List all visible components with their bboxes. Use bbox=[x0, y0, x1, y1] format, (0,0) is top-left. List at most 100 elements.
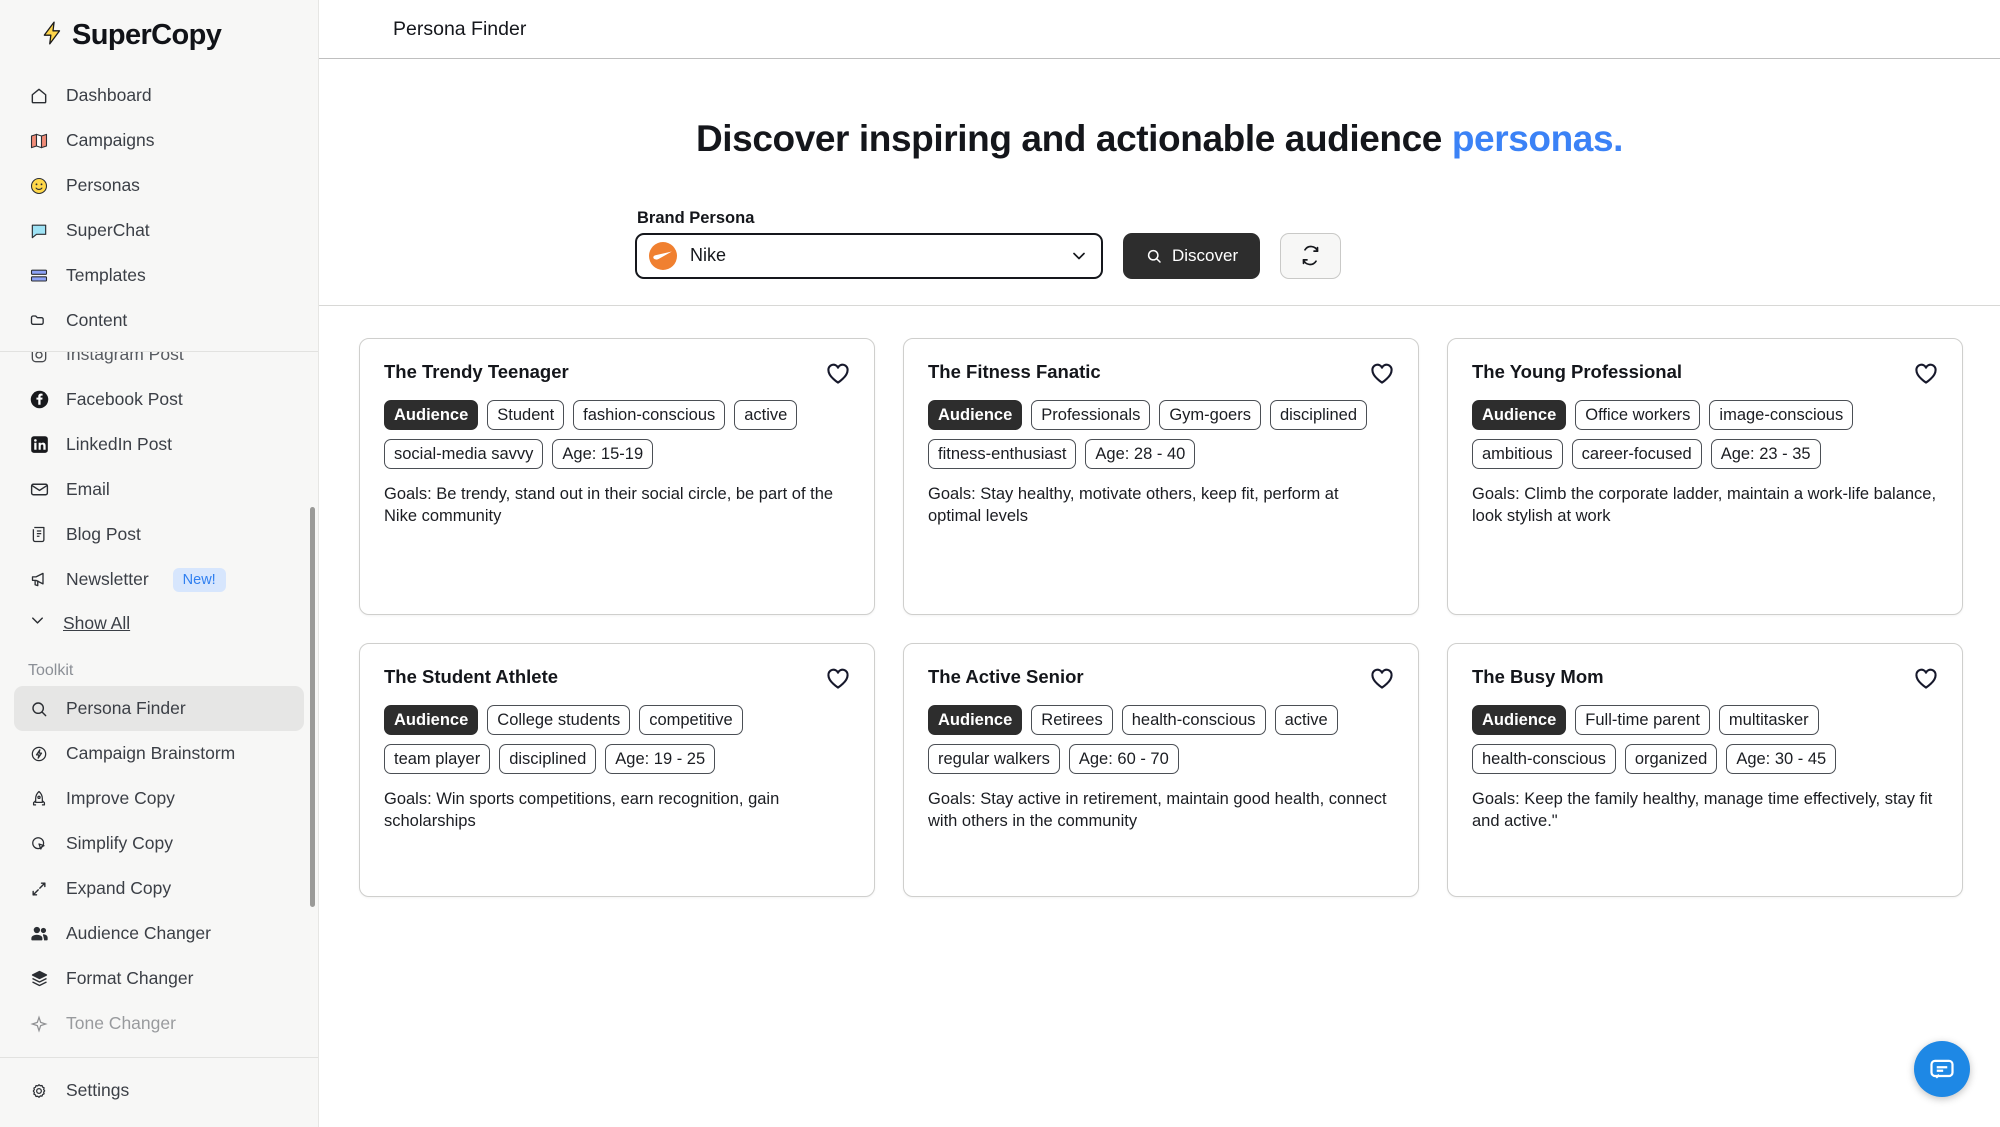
heart-icon[interactable] bbox=[824, 664, 852, 692]
sidebar-item-facebook-post[interactable]: Facebook Post bbox=[14, 377, 304, 422]
chevron-down-icon bbox=[28, 611, 47, 635]
tag: active bbox=[1274, 704, 1338, 735]
persona-card[interactable]: The Student Athlete Audience College stu… bbox=[359, 642, 875, 897]
sidebar-item-label: Tone Changer bbox=[66, 1013, 176, 1033]
persona-tags: Audience Retirees health-conscious activ… bbox=[928, 704, 1394, 774]
refresh-icon bbox=[1300, 245, 1321, 266]
sidebar-item-label: Dashboard bbox=[66, 85, 152, 105]
megaphone-icon bbox=[28, 569, 50, 591]
tag: competitive bbox=[639, 704, 743, 735]
persona-goals: Goals: Climb the corporate ladder, maint… bbox=[1472, 484, 1937, 525]
nike-swoosh-icon bbox=[649, 241, 677, 270]
persona-goals: Goals: Keep the family healthy, manage t… bbox=[1472, 789, 1933, 830]
toolkit-section-label: Toolkit bbox=[28, 662, 74, 679]
sidebar-scrollbar[interactable] bbox=[310, 507, 315, 907]
tag-age: Age: 19 - 25 bbox=[605, 743, 716, 774]
heart-icon[interactable] bbox=[824, 359, 852, 387]
tag: organized bbox=[1624, 743, 1718, 774]
sidebar-item-linkedin-post[interactable]: LinkedIn Post bbox=[14, 422, 304, 467]
heart-icon[interactable] bbox=[1912, 664, 1940, 692]
tag: Retirees bbox=[1031, 704, 1113, 735]
sidebar-item-newsletter[interactable]: Newsletter New! bbox=[14, 557, 304, 602]
tag: Professionals bbox=[1031, 399, 1151, 430]
sidebar-item-label: Improve Copy bbox=[66, 788, 175, 808]
sidebar-item-blog-post[interactable]: Blog Post bbox=[14, 512, 304, 557]
map-icon bbox=[28, 130, 50, 152]
persona-card[interactable]: The Trendy Teenager Audience Student fas… bbox=[359, 337, 875, 615]
persona-tags: Audience Student fashion-conscious activ… bbox=[384, 399, 850, 469]
tag: ambitious bbox=[1472, 438, 1563, 469]
sidebar-item-label: Content bbox=[66, 310, 128, 330]
brand-persona-select[interactable]: Nike bbox=[635, 232, 1103, 279]
tag: multitasker bbox=[1718, 704, 1819, 735]
tag-audience: Audience bbox=[928, 704, 1023, 735]
show-all-button[interactable]: Show All bbox=[14, 602, 304, 644]
sidebar-item-dashboard[interactable]: Dashboard bbox=[14, 73, 304, 118]
sidebar-item-email[interactable]: Email bbox=[14, 467, 304, 512]
sidebar-item-clipped[interactable]: Instagram Post bbox=[14, 352, 304, 377]
sidebar-item-campaign-brainstorm[interactable]: Campaign Brainstorm bbox=[14, 731, 304, 776]
refresh-button[interactable] bbox=[1280, 232, 1342, 279]
persona-title: The Trendy Teenager bbox=[384, 360, 569, 382]
tag-age: Age: 30 - 45 bbox=[1726, 743, 1837, 774]
rocket-icon bbox=[28, 788, 50, 810]
sidebar-item-format-changer[interactable]: Format Changer bbox=[14, 956, 304, 1001]
sidebar-item-superchat[interactable]: SuperChat bbox=[14, 208, 304, 253]
users-icon bbox=[28, 923, 50, 945]
sidebar-scroll-region: Instagram Post Facebook Post LinkedIn Po… bbox=[0, 352, 318, 1057]
sidebar-item-content[interactable]: Content bbox=[14, 298, 304, 343]
persona-tags: Audience Professionals Gym-goers discipl… bbox=[928, 399, 1394, 469]
persona-title: The Busy Mom bbox=[1472, 665, 1604, 687]
sidebar-item-simplify-copy[interactable]: Simplify Copy bbox=[14, 821, 304, 866]
sidebar-item-label: Audience Changer bbox=[66, 923, 211, 943]
persona-card[interactable]: The Fitness Fanatic Audience Professiona… bbox=[903, 337, 1419, 615]
sidebar-item-label: Personas bbox=[66, 175, 140, 195]
heart-icon[interactable] bbox=[1368, 359, 1396, 387]
sidebar-item-personas[interactable]: Personas bbox=[14, 163, 304, 208]
sidebar-item-settings[interactable]: Settings bbox=[14, 1068, 304, 1113]
sidebar-item-label: Campaign Brainstorm bbox=[66, 743, 236, 763]
scroll-document-icon bbox=[28, 524, 50, 546]
sidebar-item-label: Newsletter bbox=[66, 569, 149, 589]
persona-card[interactable]: The Active Senior Audience Retirees heal… bbox=[903, 642, 1419, 897]
persona-card[interactable]: The Young Professional Audience Office w… bbox=[1447, 337, 1963, 615]
sidebar-item-label: Campaigns bbox=[66, 130, 155, 150]
search-icon bbox=[28, 698, 50, 720]
discover-button[interactable]: Discover bbox=[1123, 232, 1261, 279]
discover-label: Discover bbox=[1172, 245, 1239, 265]
linkedin-icon bbox=[28, 434, 50, 456]
sidebar-item-improve-copy[interactable]: Improve Copy bbox=[14, 776, 304, 821]
sidebar-item-campaigns[interactable]: Campaigns bbox=[14, 118, 304, 163]
sidebar-item-clipped-bottom[interactable]: Tone Changer bbox=[14, 1001, 304, 1046]
hero-headline: Discover inspiring and actionable audien… bbox=[319, 118, 2000, 160]
sidebar-item-label: Instagram Post bbox=[66, 352, 184, 364]
persona-card-grid: The Trendy Teenager Audience Student fas… bbox=[319, 306, 2000, 897]
brand-logo[interactable]: SuperCopy bbox=[0, 0, 318, 69]
heart-icon[interactable] bbox=[1368, 664, 1396, 692]
tag: College students bbox=[487, 704, 631, 735]
sparkle-icon bbox=[28, 1013, 50, 1035]
sidebar-item-audience-changer[interactable]: Audience Changer bbox=[14, 911, 304, 956]
tag-age: Age: 23 - 35 bbox=[1710, 438, 1821, 469]
sidebar-item-persona-finder[interactable]: Persona Finder bbox=[14, 686, 304, 731]
sidebar-item-templates[interactable]: Templates bbox=[14, 253, 304, 298]
chat-bubble-icon bbox=[28, 220, 50, 242]
sidebar-item-label: Settings bbox=[66, 1080, 130, 1100]
sidebar-item-expand-copy[interactable]: Expand Copy bbox=[14, 866, 304, 911]
tag-audience: Audience bbox=[384, 704, 479, 735]
persona-title: The Active Senior bbox=[928, 665, 1084, 687]
sidebar-item-label: Persona Finder bbox=[66, 698, 186, 718]
persona-card[interactable]: The Busy Mom Audience Full-time parent m… bbox=[1447, 642, 1963, 897]
heart-icon[interactable] bbox=[1912, 359, 1940, 387]
tag: team player bbox=[384, 743, 491, 774]
controls-row: Brand Persona Nike Discover bbox=[319, 185, 2000, 279]
persona-title: The Student Athlete bbox=[384, 665, 559, 687]
persona-goals: Goals: Win sports competitions, earn rec… bbox=[384, 789, 780, 830]
page-title: Persona Finder bbox=[393, 17, 527, 40]
tag: Gym-goers bbox=[1159, 399, 1261, 430]
sidebar-item-label: Facebook Post bbox=[66, 389, 183, 409]
brand-persona-label: Brand Persona bbox=[637, 208, 755, 227]
chat-support-button[interactable] bbox=[1914, 1041, 1970, 1097]
tag: fashion-conscious bbox=[573, 399, 726, 430]
tag-audience: Audience bbox=[1472, 399, 1567, 430]
